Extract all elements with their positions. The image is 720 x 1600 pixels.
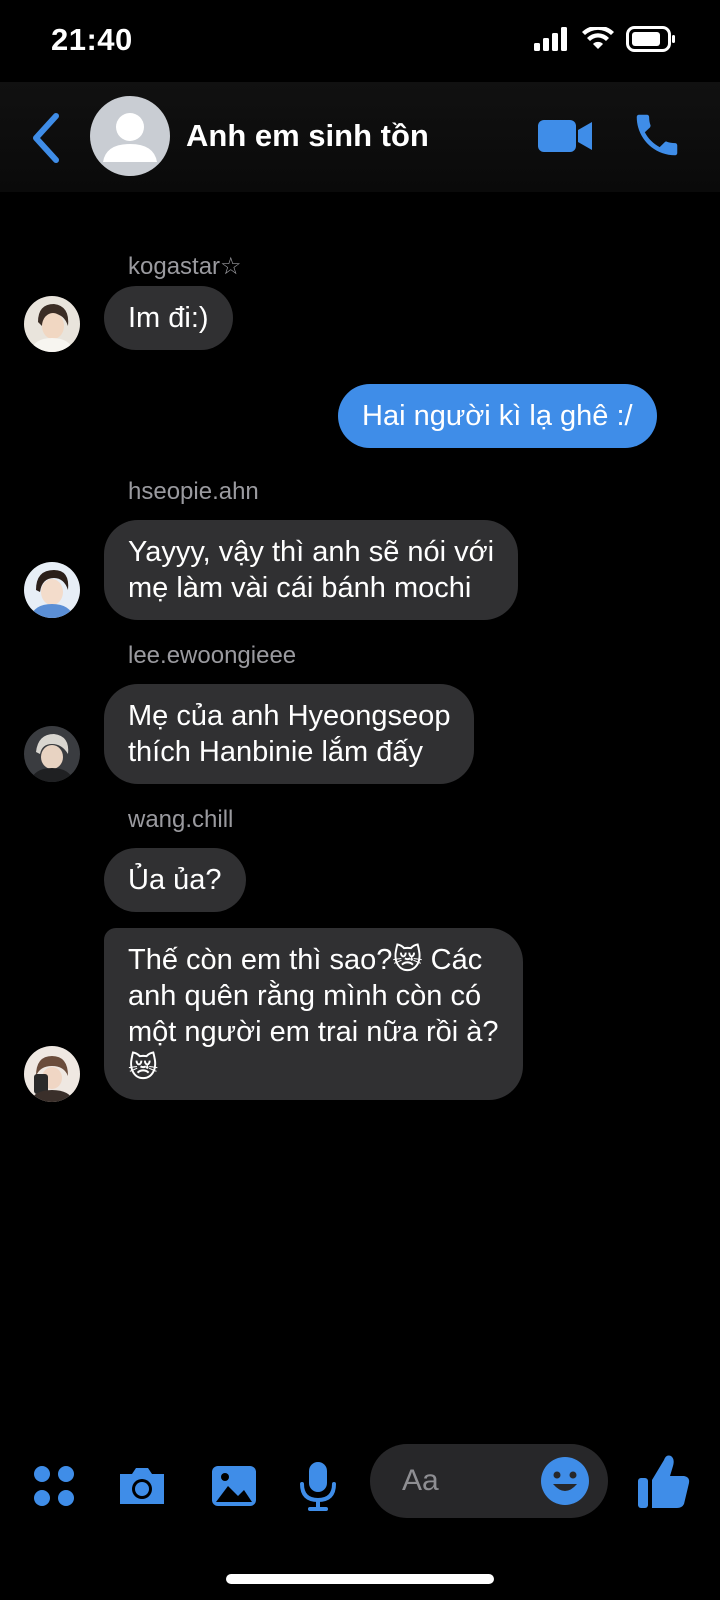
message-composer [0,1440,720,1540]
sender-name: wang.chill [128,806,234,833]
gallery-icon[interactable] [206,1458,262,1514]
message-line: một người em trai nữa rồi à? [128,1016,499,1048]
status-bar: 21:40 [0,0,720,82]
signal-icon [534,27,567,51]
message-input[interactable] [402,1462,532,1500]
status-time: 21:40 [51,22,133,57]
sent-message-bubble[interactable]: Hai người kì lạ ghê :/ [338,384,657,448]
avatar[interactable] [24,726,80,782]
group-avatar[interactable] [90,96,170,176]
message-bubble[interactable]: Mẹ của anh Hyeongseop thích Hanbinie lắm… [104,684,475,784]
message-input-container[interactable] [370,1444,608,1518]
message-bubble[interactable]: Yayyy, vậy thì anh sẽ nói với mẹ làm vài… [104,520,519,620]
message-bubble[interactable]: Thế còn em thì sao?😿 Các anh quên rằng m… [104,928,523,1100]
sender-name: hseopie.ahn [128,478,259,505]
message-line: anh quên rằng mình còn có [128,980,482,1012]
video-call-icon[interactable] [536,112,596,160]
conversation-header: Anh em sinh tồn [0,82,720,192]
emoji-icon[interactable] [540,1456,590,1506]
message-line: 😿 [128,1052,159,1084]
message-line: Yayyy, vậy thì anh sẽ nói với [128,536,495,568]
sender-name: lee.ewoongieee [128,642,297,669]
conversation-title[interactable]: Anh em sinh tồn [186,118,429,154]
battery-icon [626,26,675,52]
message-list: kogastar☆ Im đi:) Hai người kì lạ ghê :/… [0,192,720,1442]
message-line: mẹ làm vài cái bánh mochi [128,572,472,604]
wifi-icon [582,27,614,49]
default-avatar-icon [103,113,157,162]
back-chevron-icon[interactable] [26,110,66,166]
phone-icon[interactable] [630,108,684,162]
message-bubble[interactable]: Im đi:) [104,286,233,350]
message-line: Thế còn em thì sao?😿 Các [128,944,483,976]
status-icons [534,26,676,52]
home-indicator[interactable] [226,1574,494,1584]
message-line: Mẹ của anh Hyeongseop [128,700,451,732]
avatar[interactable] [24,1046,80,1102]
apps-grid-icon[interactable] [26,1458,82,1514]
like-thumbs-up-icon[interactable] [636,1450,692,1514]
sender-name: kogastar☆ [128,253,242,280]
camera-icon[interactable] [114,1458,170,1514]
message-line: thích Hanbinie lắm đấy [128,736,423,768]
avatar[interactable] [24,562,80,618]
microphone-icon[interactable] [290,1458,346,1514]
avatar[interactable] [24,296,80,352]
message-bubble[interactable]: Ủa ủa? [104,848,246,912]
